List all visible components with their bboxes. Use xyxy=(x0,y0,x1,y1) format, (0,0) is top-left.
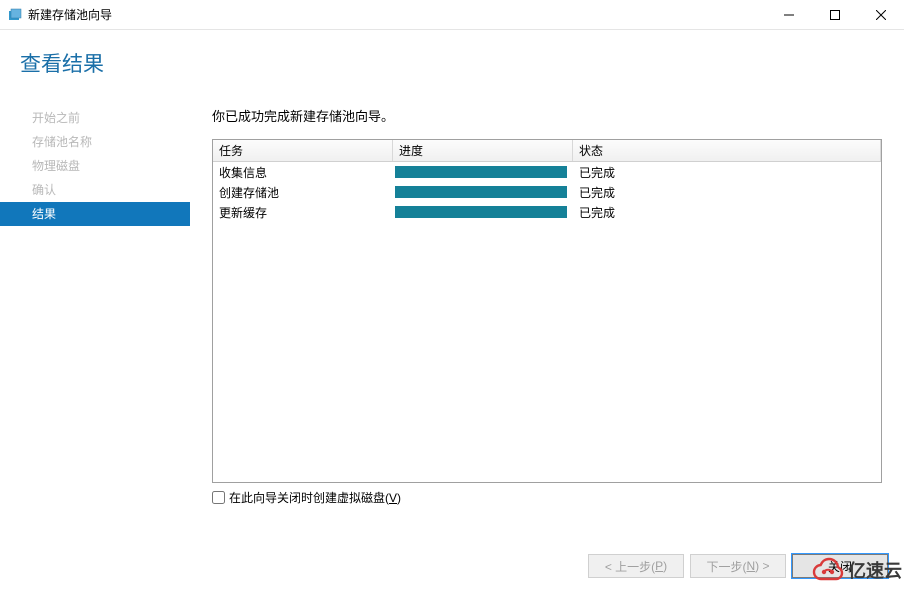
watermark-text: 亿速云 xyxy=(848,557,902,583)
cell-status: 已完成 xyxy=(573,164,881,181)
progress-bar xyxy=(395,166,567,178)
cell-status: 已完成 xyxy=(573,184,881,201)
sidebar-step-confirm[interactable]: 确认 xyxy=(0,178,190,202)
create-vdisk-checkbox[interactable] xyxy=(212,491,225,504)
table-body: 收集信息 已完成 创建存储池 已完成 更新缓存 已完成 xyxy=(213,162,881,482)
watermark-logo-icon xyxy=(808,550,848,590)
cell-task: 收集信息 xyxy=(213,164,393,181)
wizard-steps-sidebar: 开始之前 存储池名称 物理磁盘 确认 结果 xyxy=(0,106,190,506)
maximize-button[interactable] xyxy=(812,0,858,30)
cell-progress xyxy=(393,166,573,178)
cell-task: 创建存储池 xyxy=(213,184,393,201)
next-button: 下一步(N) > xyxy=(690,554,786,578)
completion-message: 你已成功完成新建存储池向导。 xyxy=(212,106,882,125)
table-row[interactable]: 收集信息 已完成 xyxy=(213,162,881,182)
table-row[interactable]: 更新缓存 已完成 xyxy=(213,202,881,222)
column-header-status[interactable]: 状态 xyxy=(573,140,881,161)
sidebar-step-physical-disks[interactable]: 物理磁盘 xyxy=(0,154,190,178)
sidebar-step-before-begin[interactable]: 开始之前 xyxy=(0,106,190,130)
titlebar: 新建存储池向导 xyxy=(0,0,904,30)
progress-bar xyxy=(395,206,567,218)
wizard-header: 查看结果 xyxy=(0,30,904,106)
cell-task: 更新缓存 xyxy=(213,204,393,221)
table-row[interactable]: 创建存储池 已完成 xyxy=(213,182,881,202)
create-vdisk-checkbox-row[interactable]: 在此向导关闭时创建虚拟磁盘(V) xyxy=(212,489,882,506)
checkbox-hotkey: V xyxy=(389,491,397,505)
cell-progress xyxy=(393,206,573,218)
checkbox-label-prefix: 在此向导关闭时创建虚拟磁盘( xyxy=(229,489,389,506)
page-title: 查看结果 xyxy=(20,48,884,78)
table-header: 任务 进度 状态 xyxy=(213,140,881,162)
column-header-progress[interactable]: 进度 xyxy=(393,140,573,161)
app-icon xyxy=(8,8,22,22)
results-table: 任务 进度 状态 收集信息 已完成 创建存储池 已完成 更新缓存 xyxy=(212,139,882,483)
watermark: 亿速云 xyxy=(808,550,904,590)
close-button[interactable] xyxy=(858,0,904,30)
previous-button: < 上一步(P) xyxy=(588,554,684,578)
window-controls xyxy=(766,0,904,30)
column-header-task[interactable]: 任务 xyxy=(213,140,393,161)
cell-status: 已完成 xyxy=(573,204,881,221)
minimize-button[interactable] xyxy=(766,0,812,30)
sidebar-step-results[interactable]: 结果 xyxy=(0,202,190,226)
progress-bar xyxy=(395,186,567,198)
checkbox-label-suffix: ) xyxy=(397,491,401,505)
sidebar-step-pool-name[interactable]: 存储池名称 xyxy=(0,130,190,154)
cell-progress xyxy=(393,186,573,198)
window-title: 新建存储池向导 xyxy=(28,6,112,23)
